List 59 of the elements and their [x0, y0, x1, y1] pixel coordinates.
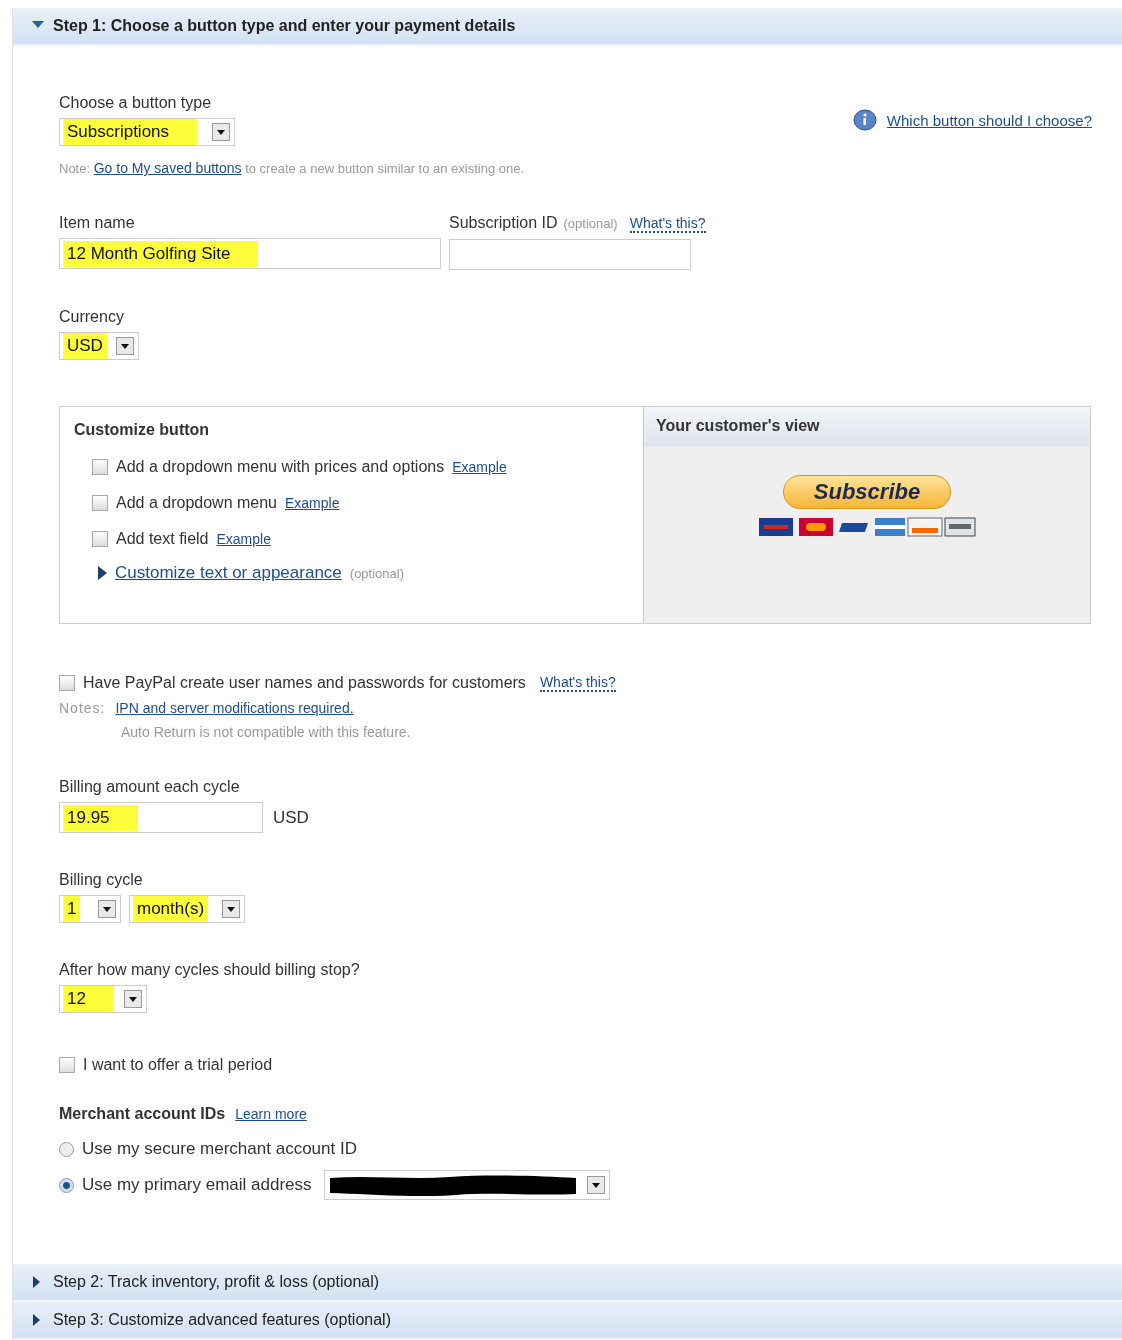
link[interactable]: IPN and server modifications required. [115, 700, 354, 716]
hint-text: (optional) [563, 216, 618, 231]
step-header[interactable]: Step 3: Customize advanced features (optional) [13, 1302, 1122, 1340]
dropdown[interactable]: month(s) [129, 895, 245, 923]
expand-triangle-icon [98, 566, 107, 580]
field-label: After how many cycles should billing stop? [59, 961, 360, 979]
link[interactable]: Example [216, 531, 271, 547]
checkbox[interactable] [59, 1057, 75, 1073]
checkbox-label: Have PayPal create user names and passwords for customers [83, 674, 526, 692]
panel-title: Customize button [74, 421, 211, 439]
checkbox[interactable] [92, 459, 108, 475]
field-label: Choose a button type [59, 94, 213, 112]
link[interactable]: What's this? [539, 674, 616, 692]
notes-label: Notes: [59, 700, 106, 716]
step-header[interactable]: Step 1: Choose a button type and enter your payment details [13, 8, 1122, 46]
checkbox[interactable] [92, 495, 108, 511]
radio-label: Use my primary email address [82, 1175, 312, 1195]
link[interactable]: Customize text or appearance [115, 563, 342, 583]
checkbox[interactable] [59, 675, 75, 691]
radio-button[interactable] [59, 1177, 74, 1193]
note-text: Note: Go to My saved buttons to create a new button similar to an existing one. [59, 160, 526, 176]
checkbox-label: I want to offer a trial period [83, 1056, 273, 1074]
hint-text: (optional) [349, 565, 404, 581]
input-field[interactable]: 19.95 [59, 802, 263, 833]
subscribe-button[interactable]: Subscribe [783, 475, 951, 509]
payment-cards-icon [758, 515, 976, 537]
input-field[interactable] [449, 239, 691, 270]
field-label: Currency [59, 308, 124, 326]
step-title: Step 1: Choose a button type and enter your payment details [53, 17, 516, 35]
radio-button[interactable] [59, 1141, 74, 1157]
step-title: Step 3: Customize advanced features (optional) [53, 1311, 391, 1329]
checkbox-label: Add a dropdown menu with prices and options [116, 458, 445, 476]
dropdown[interactable] [323, 1170, 610, 1200]
checkbox-label: Add a dropdown menu [116, 494, 277, 512]
field-label: Item name [59, 214, 136, 232]
checkbox-label: Add text field [116, 530, 209, 548]
dropdown[interactable]: 12 [59, 985, 147, 1013]
field-label: Billing amount each cycle [59, 778, 240, 796]
link[interactable]: What's this? [629, 215, 706, 233]
note-text: Auto Return is not compatible with this feature. [121, 724, 412, 740]
step-header[interactable]: Step 2: Track inventory, profit & loss (optional) [13, 1264, 1122, 1302]
link[interactable]: Go to My saved buttons [93, 160, 242, 176]
field-label: Subscription ID [449, 214, 558, 232]
link[interactable]: Example [452, 459, 507, 475]
checkbox[interactable] [92, 531, 108, 547]
radio-label: Use my secure merchant account ID [82, 1139, 357, 1159]
unit-label: USD [273, 807, 309, 828]
dropdown[interactable]: 1 [59, 895, 121, 923]
step-title: Step 2: Track inventory, profit & loss (optional) [53, 1273, 380, 1291]
dropdown[interactable]: Subscriptions [59, 118, 235, 146]
field-label: Billing cycle [59, 871, 143, 889]
section-title: Merchant account IDs [59, 1105, 226, 1123]
link[interactable]: Example [285, 495, 340, 511]
dropdown[interactable]: USD [59, 332, 139, 360]
link[interactable]: Which button should I choose? [886, 111, 1092, 129]
panel-title: Your customer's view [644, 407, 1090, 447]
link[interactable]: Learn more [235, 1106, 307, 1122]
info-icon [852, 109, 877, 131]
input-field[interactable]: 12 Month Golfing Site [59, 238, 441, 269]
